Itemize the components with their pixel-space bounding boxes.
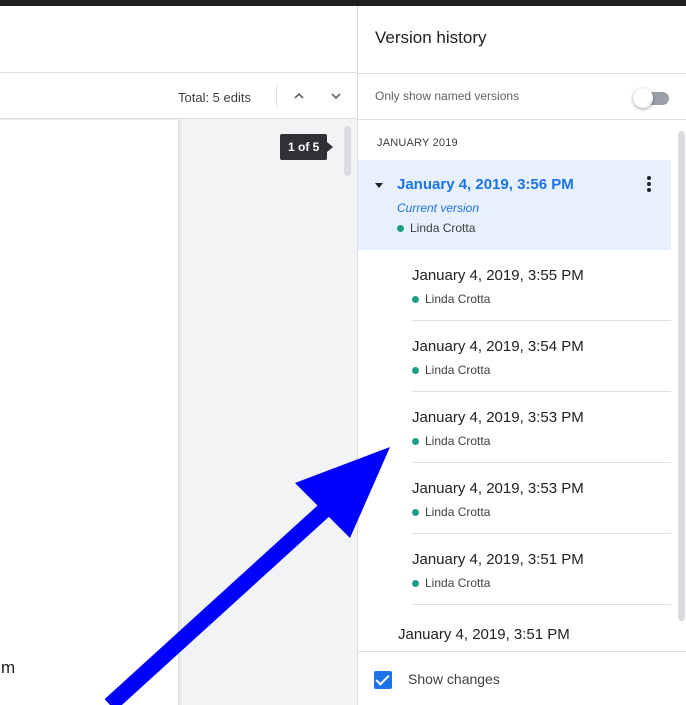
panel-title: Version history [375,28,487,47]
document-area: Total: 5 edits 1 of 5 [0,6,357,705]
version-item-date[interactable]: January 4, 2019, 3:51 PM [398,626,570,643]
user-name: Linda Crotta [425,505,491,519]
version-item[interactable]: January 4, 2019, 3:55 PM Linda Crotta [412,250,671,321]
toolbar-divider [276,85,277,107]
user-color-dot [412,295,419,303]
version-item[interactable]: January 4, 2019, 3:51 PM Linda Crotta [412,534,671,605]
version-item[interactable]: January 4, 2019, 3:53 PM Linda Crotta [412,392,671,463]
previous-edit-button[interactable] [289,86,309,106]
version-user: Linda Crotta [412,363,490,377]
user-color-dot [412,366,419,374]
version-user: Linda Crotta [412,434,490,448]
version-date: January 4, 2019, 3:54 PM [412,338,584,355]
show-changes-checkbox[interactable] [374,671,392,689]
user-color-dot [397,224,404,232]
document-top-bar [0,6,357,73]
user-name: Linda Crotta [425,363,491,377]
toggle-knob [633,88,653,108]
current-version-date: January 4, 2019, 3:56 PM [397,176,574,193]
user-color-dot [412,508,419,516]
next-edit-button[interactable] [326,86,346,106]
current-version-user: Linda Crotta [397,221,475,235]
month-header: JANUARY 2019 [377,137,458,149]
history-toolbar: Total: 5 edits [0,73,357,119]
user-color-dot [412,437,419,445]
chevron-up-icon [294,92,304,99]
version-user: Linda Crotta [412,576,490,590]
named-versions-label: Only show named versions [375,89,520,103]
version-user: Linda Crotta [412,292,490,306]
document-page [0,120,179,705]
version-item[interactable]: January 4, 2019, 3:53 PM Linda Crotta [412,463,671,534]
user-name: Linda Crotta [425,576,491,590]
panel-footer: Show changes [358,651,686,705]
user-name: Linda Crotta [410,221,476,235]
chevron-down-icon [331,93,341,100]
edit-counter-badge: 1 of 5 [280,134,334,160]
caret-down-icon[interactable] [375,183,383,188]
version-list-scrollbar[interactable] [678,131,685,621]
version-history-panel: Version history Only show named versions… [357,6,686,705]
app-window: Total: 5 edits 1 of 5 m Version history … [0,6,686,705]
user-name: Linda Crotta [425,434,491,448]
version-user: Linda Crotta [412,505,490,519]
version-list: JANUARY 2019 January 4, 2019, 3:56 PM Cu… [358,120,686,651]
user-color-dot [412,579,419,587]
current-version-label: Current version [397,201,480,215]
document-text: m [1,658,16,677]
more-vert-icon[interactable] [641,175,657,197]
document-scrollbar[interactable] [344,126,351,176]
version-item[interactable]: January 4, 2019, 3:54 PM Linda Crotta [412,321,671,392]
version-date: January 4, 2019, 3:53 PM [412,480,584,497]
named-versions-row: Only show named versions [358,74,686,120]
named-versions-toggle[interactable] [633,88,673,108]
show-changes-label[interactable]: Show changes [408,671,500,687]
current-version-item[interactable]: January 4, 2019, 3:56 PM Current version… [358,160,671,250]
version-date: January 4, 2019, 3:51 PM [412,551,584,568]
total-edits-label: Total: 5 edits [178,90,251,105]
version-date: January 4, 2019, 3:55 PM [412,267,584,284]
version-date: January 4, 2019, 3:53 PM [412,409,584,426]
user-name: Linda Crotta [425,292,491,306]
